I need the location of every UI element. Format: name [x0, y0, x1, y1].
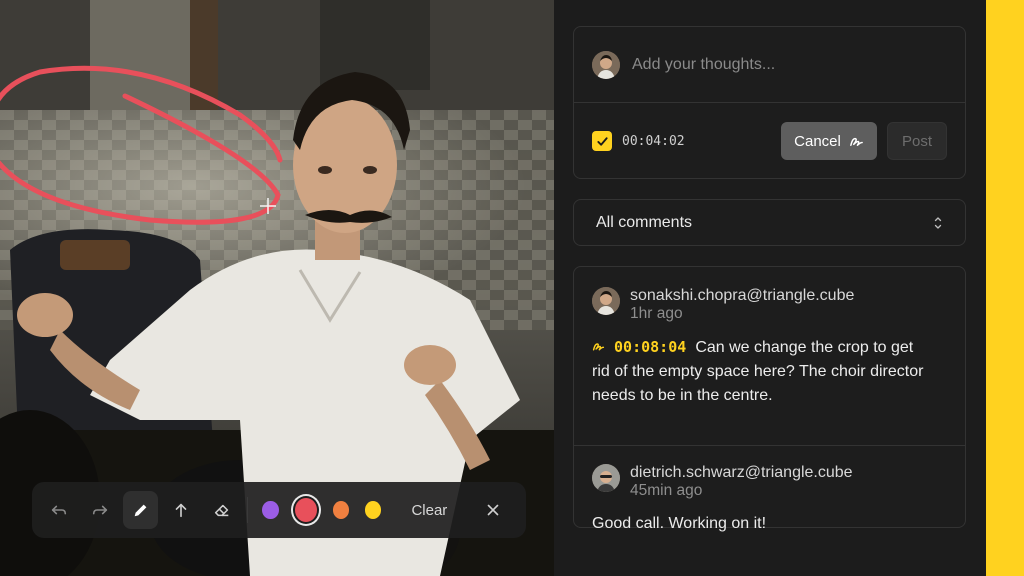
arrow-up-icon[interactable] [164, 491, 199, 529]
avatar [592, 50, 620, 79]
scribble-icon [849, 137, 863, 146]
clear-button[interactable]: Clear [411, 502, 447, 519]
post-button[interactable]: Post [887, 122, 947, 160]
comments-panel: 00:04:02 Cancel Post All comments [554, 0, 986, 576]
comment-composer: 00:04:02 Cancel Post [573, 26, 966, 179]
color-swatch-yellow[interactable] [365, 501, 382, 519]
close-icon[interactable] [475, 491, 510, 529]
redo-icon[interactable] [83, 491, 118, 529]
comment-item[interactable]: dietrich.schwarz@triangle.cube 45min ago… [574, 445, 965, 536]
check-icon [596, 136, 608, 146]
timestamp-checkbox[interactable] [592, 131, 612, 151]
comment-timestamp: 00:08:04 [614, 338, 687, 356]
eraser-icon[interactable] [205, 491, 240, 529]
color-swatch-purple[interactable] [262, 501, 279, 519]
video-frame[interactable]: Clear [0, 0, 554, 576]
comment-input[interactable] [632, 55, 932, 74]
comment-author: dietrich.schwarz@triangle.cube [630, 464, 853, 481]
toolbar-divider [247, 497, 249, 523]
comment-timestamp-link[interactable]: 00:08:04 [592, 338, 695, 356]
chevron-up-down-icon [934, 216, 942, 229]
color-swatch-orange[interactable] [332, 501, 350, 519]
drawing-toolbar: Clear [32, 482, 526, 538]
avatar [592, 287, 620, 315]
comments-list: sonakshi.chopra@triangle.cube 1hr ago 00… [573, 266, 966, 532]
comment-time: 1hr ago [630, 305, 683, 322]
pen-icon[interactable] [123, 491, 159, 529]
cancel-button[interactable]: Cancel [781, 122, 877, 160]
avatar [592, 464, 620, 492]
comment-time: 45min ago [630, 482, 703, 499]
color-swatch-red[interactable] [294, 498, 317, 522]
comment-author: sonakshi.chopra@triangle.cube [630, 287, 855, 304]
undo-icon[interactable] [42, 491, 77, 529]
accent-bar [986, 0, 1024, 576]
cancel-label: Cancel [794, 132, 841, 150]
comment-item[interactable]: sonakshi.chopra@triangle.cube 1hr ago 00… [574, 287, 965, 408]
comment-text: Good call. Working on it! [592, 515, 767, 532]
filter-selected-value: All comments [596, 213, 693, 231]
timestamp-value: 00:04:02 [622, 133, 685, 149]
scribble-icon [592, 343, 605, 351]
comments-filter-select[interactable]: All comments [573, 199, 966, 246]
